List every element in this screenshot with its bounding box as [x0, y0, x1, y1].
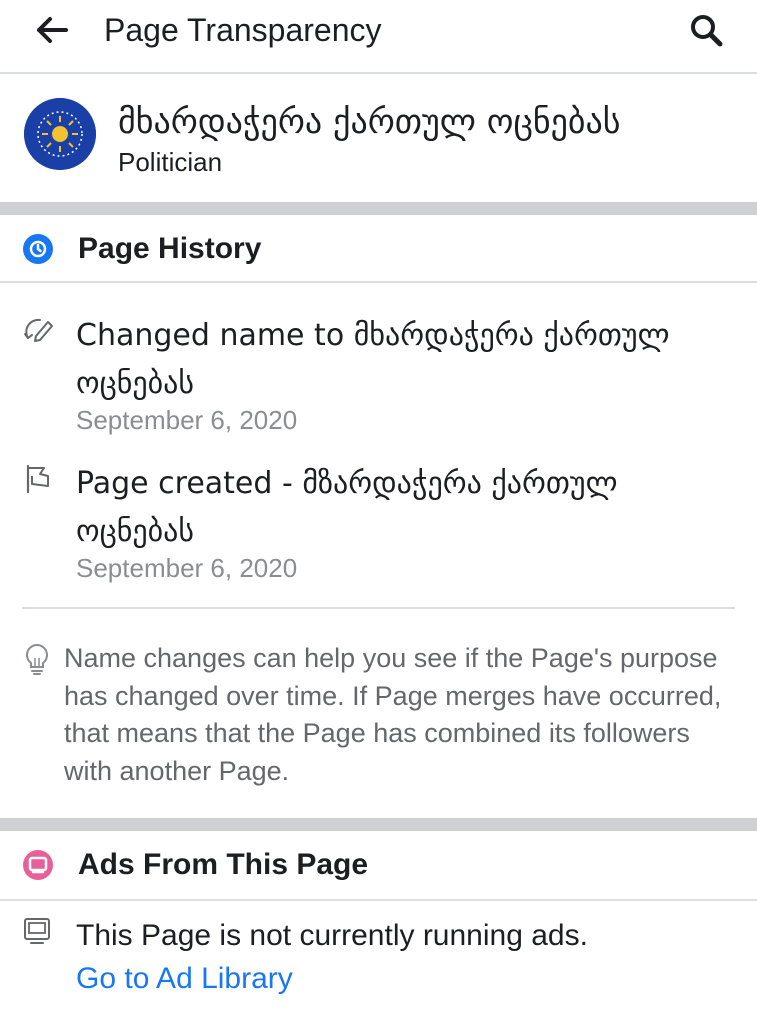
back-button[interactable]	[30, 10, 74, 50]
clock-icon	[23, 234, 53, 264]
search-button[interactable]	[684, 10, 728, 50]
section-title: Page History	[78, 232, 262, 265]
ads-icon	[23, 850, 53, 880]
history-item-text: Changed name to მხარდაჭერა ქართულ ოცნება…	[76, 318, 670, 401]
page-header: მხარდაჭერა ქართულ ოცნებას Politician	[0, 74, 757, 202]
history-item-text: Page created - მზარდაჭერა ქართულ ოცნებას	[76, 466, 618, 549]
flag-icon	[26, 464, 49, 494]
divider	[22, 607, 735, 609]
edit-name-icon	[24, 318, 53, 342]
history-item: Page created - მზარდაჭერა ქართულ ოცნებას…	[0, 460, 757, 590]
history-item-date: September 6, 2020	[76, 405, 298, 435]
party-logo-icon	[24, 98, 96, 170]
section-rule	[0, 899, 757, 901]
section-rule	[0, 281, 757, 283]
screen-icon	[24, 918, 50, 944]
page-history-header: Page History	[0, 215, 757, 283]
page-name: მხარდაჭერა ქართულ ოცნებას	[118, 102, 621, 142]
search-icon	[691, 15, 723, 47]
page-title: Page Transparency	[104, 12, 382, 48]
history-item: Changed name to მხარდაჭერა ქართულ ოცნება…	[0, 312, 757, 442]
avatar[interactable]	[24, 98, 96, 170]
page-category: Politician	[118, 147, 223, 177]
lightbulb-icon	[26, 643, 48, 675]
section-divider	[0, 818, 757, 831]
ad-library-link[interactable]: Go to Ad Library	[76, 958, 293, 1000]
name-change-tip: Name changes can help you see if the Pag…	[64, 643, 722, 786]
section-divider	[0, 202, 757, 215]
ads-header: Ads From This Page	[0, 831, 757, 899]
section-title: Ads From This Page	[78, 848, 369, 881]
ads-status-text: This Page is not currently running ads.	[76, 919, 588, 952]
top-bar: Page Transparency	[0, 0, 757, 74]
arrow-left-icon	[37, 17, 68, 43]
history-item-date: September 6, 2020	[76, 553, 298, 583]
